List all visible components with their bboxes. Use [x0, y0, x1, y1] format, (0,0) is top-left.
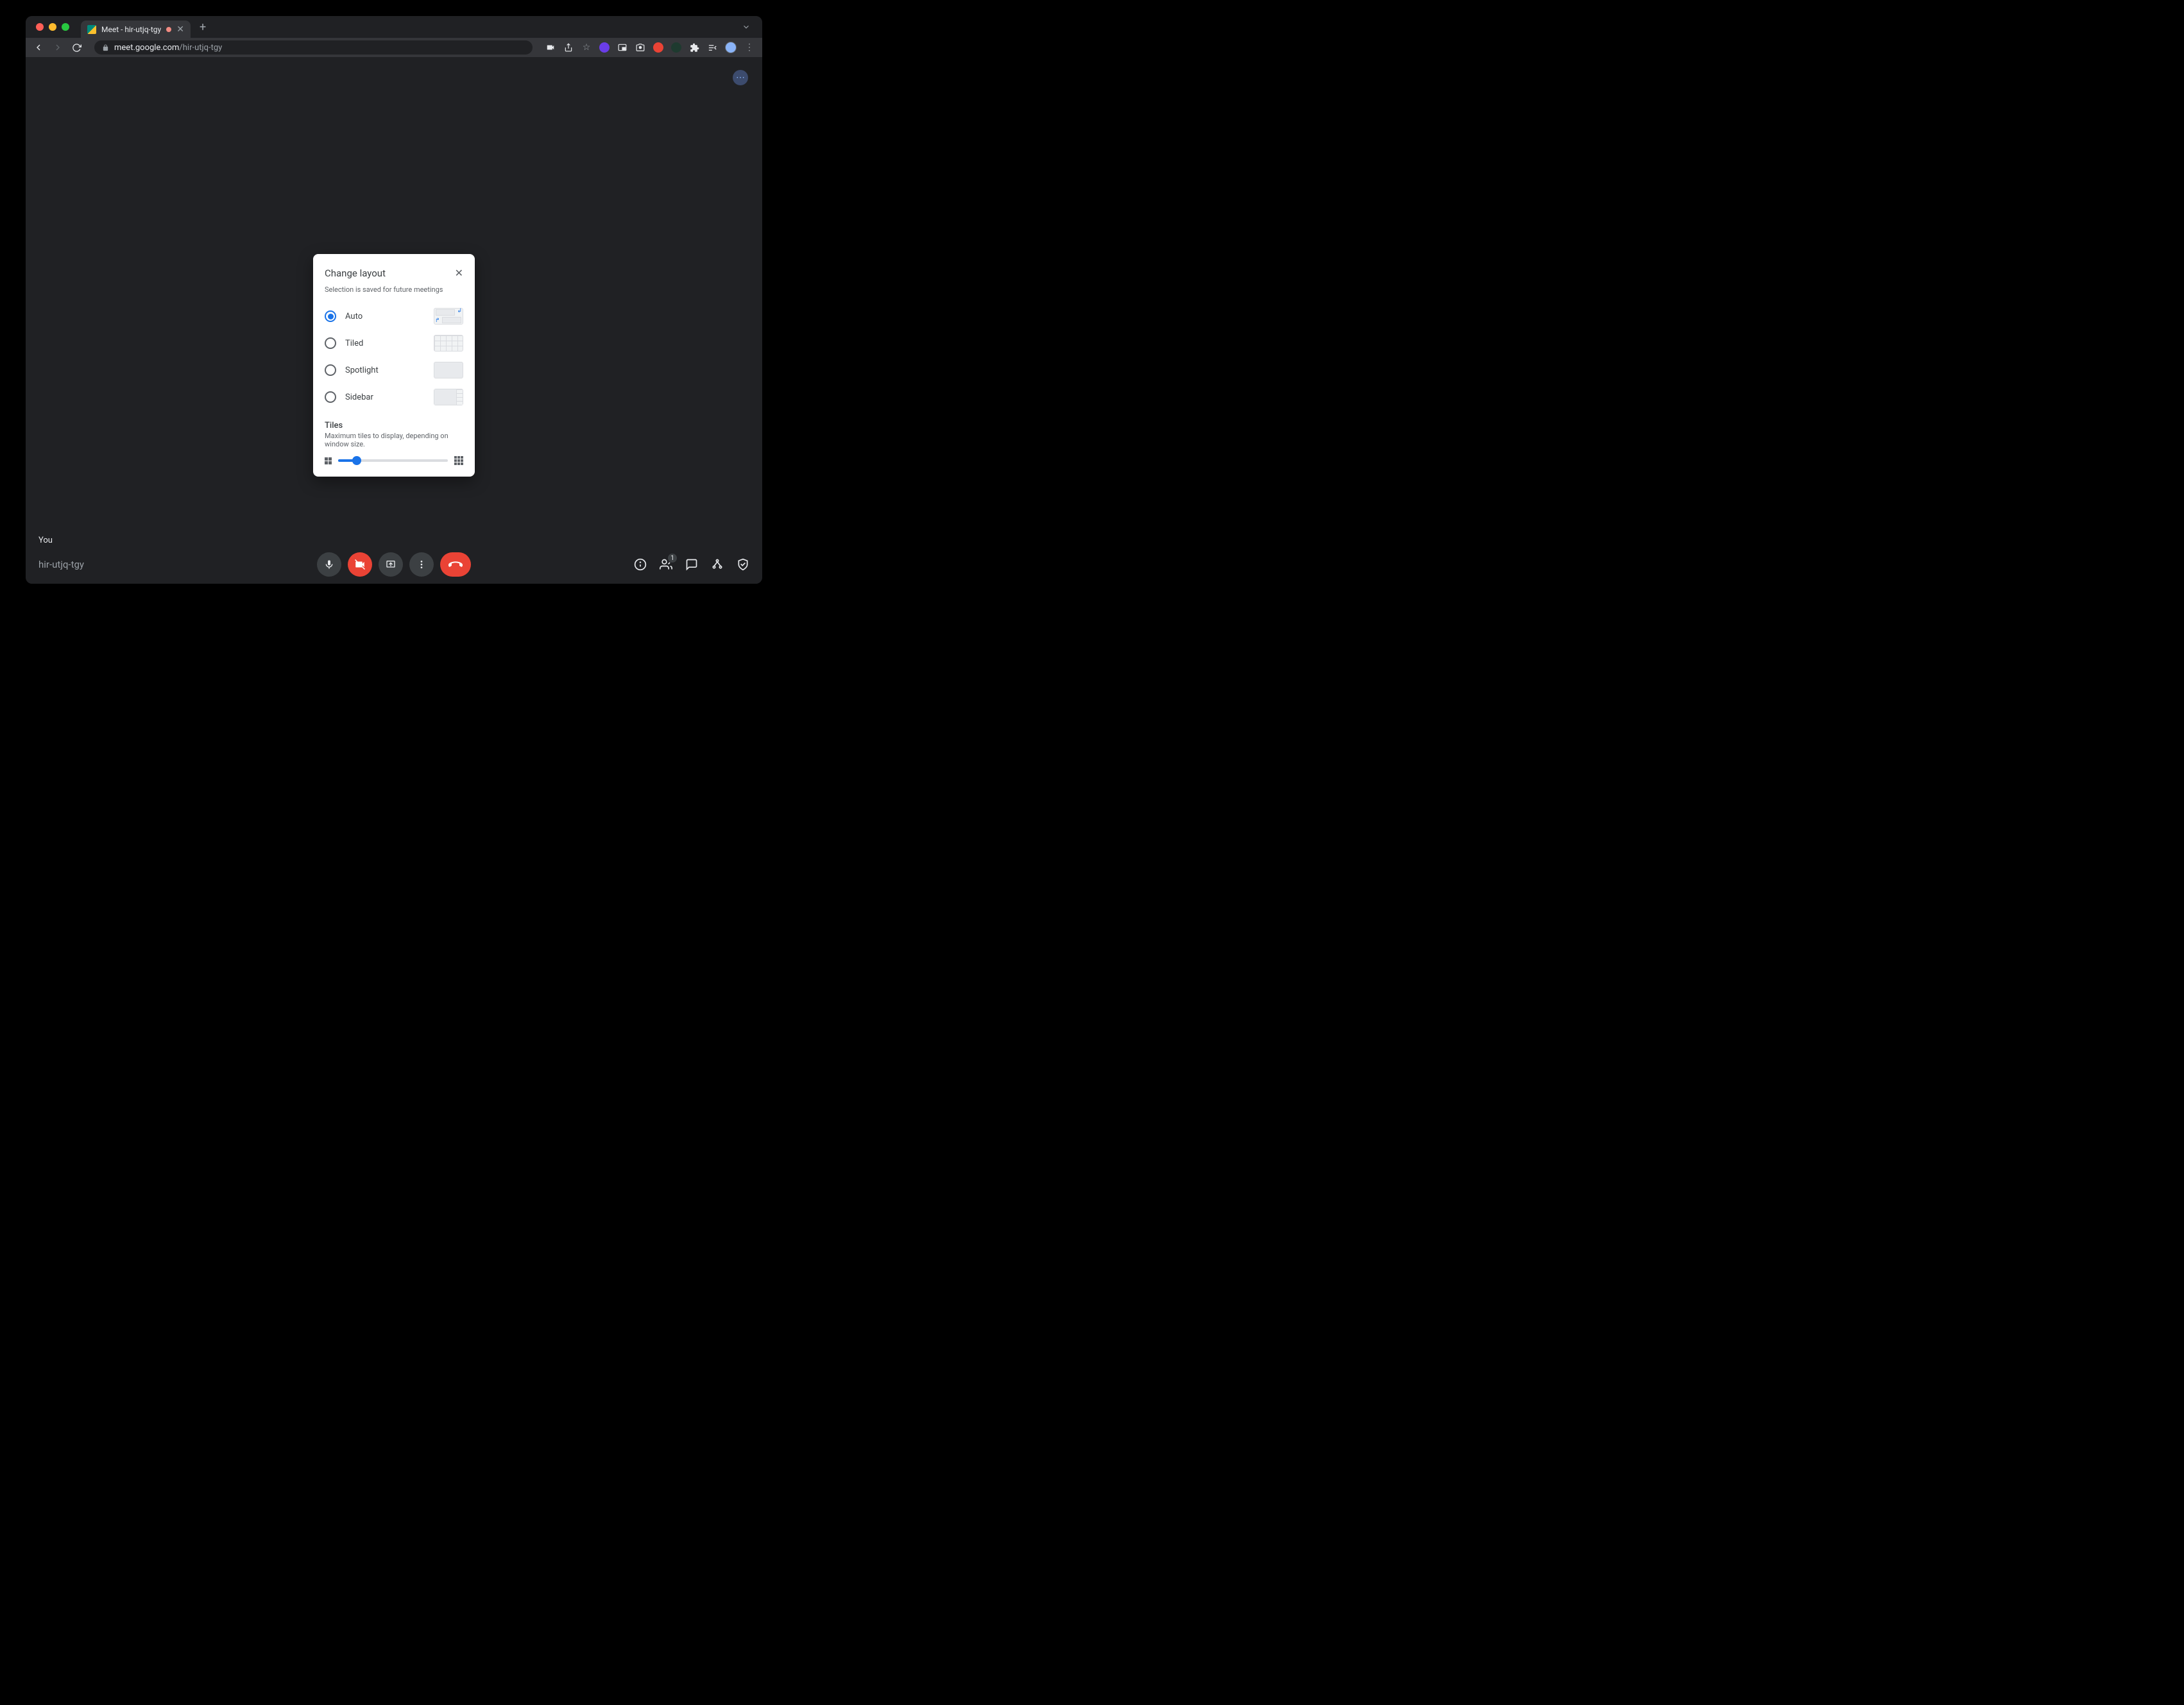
participants-button[interactable]: 1 — [660, 558, 672, 571]
lock-icon — [102, 44, 109, 51]
layout-option-auto[interactable]: Auto ↲↱ — [325, 303, 463, 330]
window-minimize-button[interactable] — [49, 23, 56, 31]
participant-overflow-button[interactable]: ⋯ — [733, 70, 748, 85]
layout-thumb-auto-icon: ↲↱ — [434, 308, 463, 325]
slider-thumb[interactable] — [352, 456, 361, 465]
right-controls: 1 — [634, 558, 749, 571]
radio-spotlight[interactable] — [325, 364, 336, 376]
grid-large-icon — [454, 456, 463, 465]
browser-menu-button[interactable]: ⋮ — [744, 42, 755, 53]
dialog-close-button[interactable]: ✕ — [455, 267, 463, 279]
layout-thumb-sidebar-icon — [434, 389, 463, 405]
chat-button[interactable] — [685, 558, 698, 571]
reload-button[interactable] — [72, 43, 81, 53]
host-controls-button[interactable] — [737, 558, 749, 571]
microphone-button[interactable] — [317, 552, 341, 577]
radio-auto[interactable] — [325, 310, 336, 322]
window-fullscreen-button[interactable] — [62, 23, 69, 31]
participant-count-badge: 1 — [667, 553, 678, 563]
self-video-label: You — [38, 536, 53, 545]
browser-window: Meet - hir-utjq-tgy ✕ + meet.google.com/… — [26, 16, 762, 584]
meeting-details-button[interactable] — [634, 558, 647, 571]
layout-option-tiled[interactable]: Tiled — [325, 330, 463, 357]
meet-favicon-icon — [87, 25, 96, 34]
url-text: meet.google.com/hir-utjq-tgy — [114, 43, 222, 53]
back-button[interactable] — [33, 42, 44, 53]
grid-small-icon — [325, 457, 332, 464]
profile-avatar-button[interactable] — [725, 42, 737, 53]
bottom-bar: hir-utjq-tgy — [26, 545, 762, 584]
extension-capture-icon[interactable] — [635, 42, 645, 53]
tab-overflow-button[interactable] — [742, 22, 756, 31]
new-tab-button[interactable]: + — [196, 21, 210, 34]
option-label: Sidebar — [345, 393, 425, 402]
dialog-subtitle: Selection is saved for future meetings — [325, 285, 463, 294]
tiles-section: Tiles Maximum tiles to display, dependin… — [325, 421, 463, 465]
bookmark-star-icon[interactable]: ☆ — [581, 42, 592, 53]
camera-indicator-icon[interactable] — [545, 42, 556, 53]
option-label: Auto — [345, 312, 425, 321]
extension-red-icon[interactable] — [653, 42, 663, 53]
toolbar: meet.google.com/hir-utjq-tgy ☆ — [26, 38, 762, 57]
tiles-title: Tiles — [325, 421, 463, 430]
option-label: Tiled — [345, 339, 425, 348]
extensions-puzzle-icon[interactable] — [689, 42, 699, 53]
camera-off-button[interactable] — [348, 552, 372, 577]
address-bar[interactable]: meet.google.com/hir-utjq-tgy — [94, 40, 533, 55]
tiles-slider[interactable] — [338, 459, 448, 462]
window-controls — [36, 23, 69, 31]
tab-close-button[interactable]: ✕ — [176, 24, 184, 35]
layout-option-spotlight[interactable]: Spotlight — [325, 357, 463, 384]
more-options-button[interactable] — [409, 552, 434, 577]
tab-bar: Meet - hir-utjq-tgy ✕ + — [26, 16, 762, 38]
meeting-code: hir-utjq-tgy — [38, 559, 84, 570]
tab-recording-indicator-icon — [166, 27, 171, 32]
layout-thumb-spotlight-icon — [434, 362, 463, 378]
tiles-subtitle: Maximum tiles to display, depending on w… — [325, 432, 463, 448]
present-screen-button[interactable] — [379, 552, 403, 577]
reading-list-icon[interactable] — [707, 42, 717, 53]
toolbar-right: ☆ ⋮ — [545, 42, 755, 53]
browser-tab[interactable]: Meet - hir-utjq-tgy ✕ — [81, 21, 191, 38]
forward-button[interactable] — [53, 42, 63, 53]
dialog-title: Change layout — [325, 267, 386, 279]
extension-dark-icon[interactable] — [671, 42, 681, 53]
option-label: Spotlight — [345, 366, 425, 375]
tab-title: Meet - hir-utjq-tgy — [101, 25, 161, 34]
layout-thumb-tiled-icon — [434, 335, 463, 352]
activities-button[interactable] — [711, 558, 724, 571]
share-icon[interactable] — [563, 42, 574, 53]
center-controls — [317, 552, 471, 577]
extension-pip-icon[interactable] — [617, 42, 627, 53]
radio-tiled[interactable] — [325, 337, 336, 349]
change-layout-dialog: Change layout ✕ Selection is saved for f… — [313, 254, 475, 477]
layout-options: Auto ↲↱ Tiled Spotlight Sid — [325, 303, 463, 411]
radio-sidebar[interactable] — [325, 391, 336, 403]
meet-main-area: ⋯ You Change layout ✕ Selection is saved… — [26, 57, 762, 584]
window-close-button[interactable] — [36, 23, 44, 31]
leave-call-button[interactable] — [440, 552, 471, 577]
extension-purple-icon[interactable] — [599, 42, 610, 53]
layout-option-sidebar[interactable]: Sidebar — [325, 384, 463, 411]
